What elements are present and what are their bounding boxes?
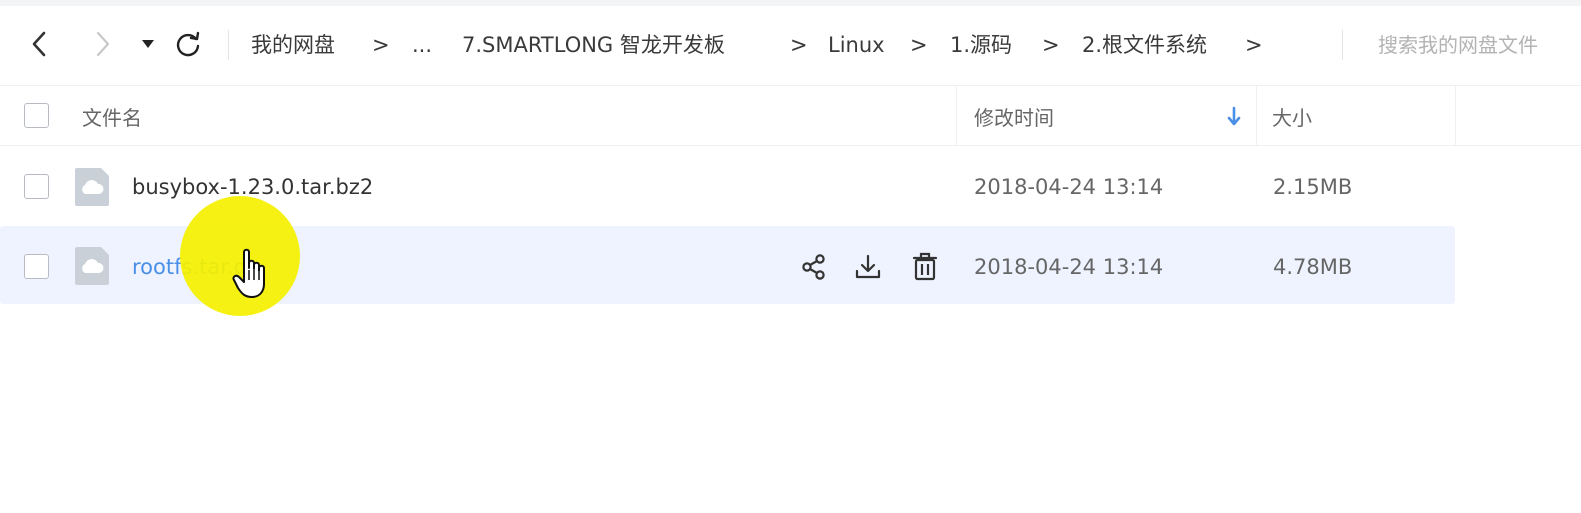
column-divider: [1256, 86, 1257, 146]
file-list-header: 文件名 修改时间 大小: [0, 86, 1581, 146]
breadcrumb-separator: >: [372, 33, 390, 57]
forward-button[interactable]: [86, 26, 118, 62]
back-button[interactable]: [24, 26, 56, 62]
select-all-checkbox[interactable]: [24, 103, 49, 128]
breadcrumb-separator: >: [1042, 33, 1060, 57]
sort-indicator[interactable]: [1226, 86, 1242, 146]
file-size: 2.15MB: [1273, 175, 1353, 199]
download-button[interactable]: [852, 251, 884, 283]
hand-pointer-icon: [232, 248, 265, 298]
row-checkbox[interactable]: [24, 254, 49, 279]
breadcrumb-separator: >: [790, 33, 808, 57]
refresh-button[interactable]: [172, 26, 204, 62]
caret-down-icon: [142, 40, 154, 48]
row-checkbox[interactable]: [24, 174, 49, 199]
breadcrumb-item-linux[interactable]: Linux: [828, 30, 885, 60]
search-input[interactable]: 搜索我的网盘文件: [1378, 30, 1578, 60]
breadcrumb-item-root[interactable]: 我的网盘: [251, 30, 335, 60]
navigation-toolbar: 我的网盘 > ... 7.SMARTLONG 智龙开发板 > Linux > 1…: [0, 6, 1581, 86]
download-icon: [855, 254, 881, 279]
share-button[interactable]: [798, 251, 830, 283]
arrow-down-icon: [1227, 106, 1241, 126]
breadcrumb-item-source[interactable]: 1.源码: [950, 30, 1012, 60]
column-header-size[interactable]: 大小: [1272, 86, 1312, 146]
delete-icon: [912, 252, 938, 281]
chevron-right-icon: [96, 31, 110, 57]
modified-time: 2018-04-24 13:14: [974, 175, 1164, 199]
breadcrumb-item-smartlong[interactable]: 7.SMARTLONG 智龙开发板: [462, 30, 725, 60]
cloud-file-icon: [75, 168, 109, 206]
breadcrumb-separator: >: [910, 33, 928, 57]
toolbar-divider: [1342, 30, 1343, 60]
breadcrumb-item-ellipsis[interactable]: ...: [412, 30, 432, 60]
breadcrumb-separator: >: [1245, 33, 1263, 57]
share-icon: [802, 254, 825, 280]
history-dropdown-button[interactable]: [132, 26, 164, 62]
modified-time: 2018-04-24 13:14: [974, 255, 1164, 279]
delete-button[interactable]: [909, 251, 941, 283]
cloud-file-icon: [75, 247, 109, 285]
chevron-left-icon: [32, 31, 46, 57]
breadcrumb-item-rootfs[interactable]: 2.根文件系统: [1082, 30, 1207, 60]
column-divider: [1455, 86, 1456, 146]
toolbar-divider: [228, 30, 229, 60]
column-header-modified[interactable]: 修改时间: [974, 86, 1054, 146]
file-size: 4.78MB: [1273, 255, 1353, 279]
column-header-name[interactable]: 文件名: [82, 86, 142, 146]
column-divider: [956, 86, 957, 146]
refresh-icon: [176, 31, 200, 57]
